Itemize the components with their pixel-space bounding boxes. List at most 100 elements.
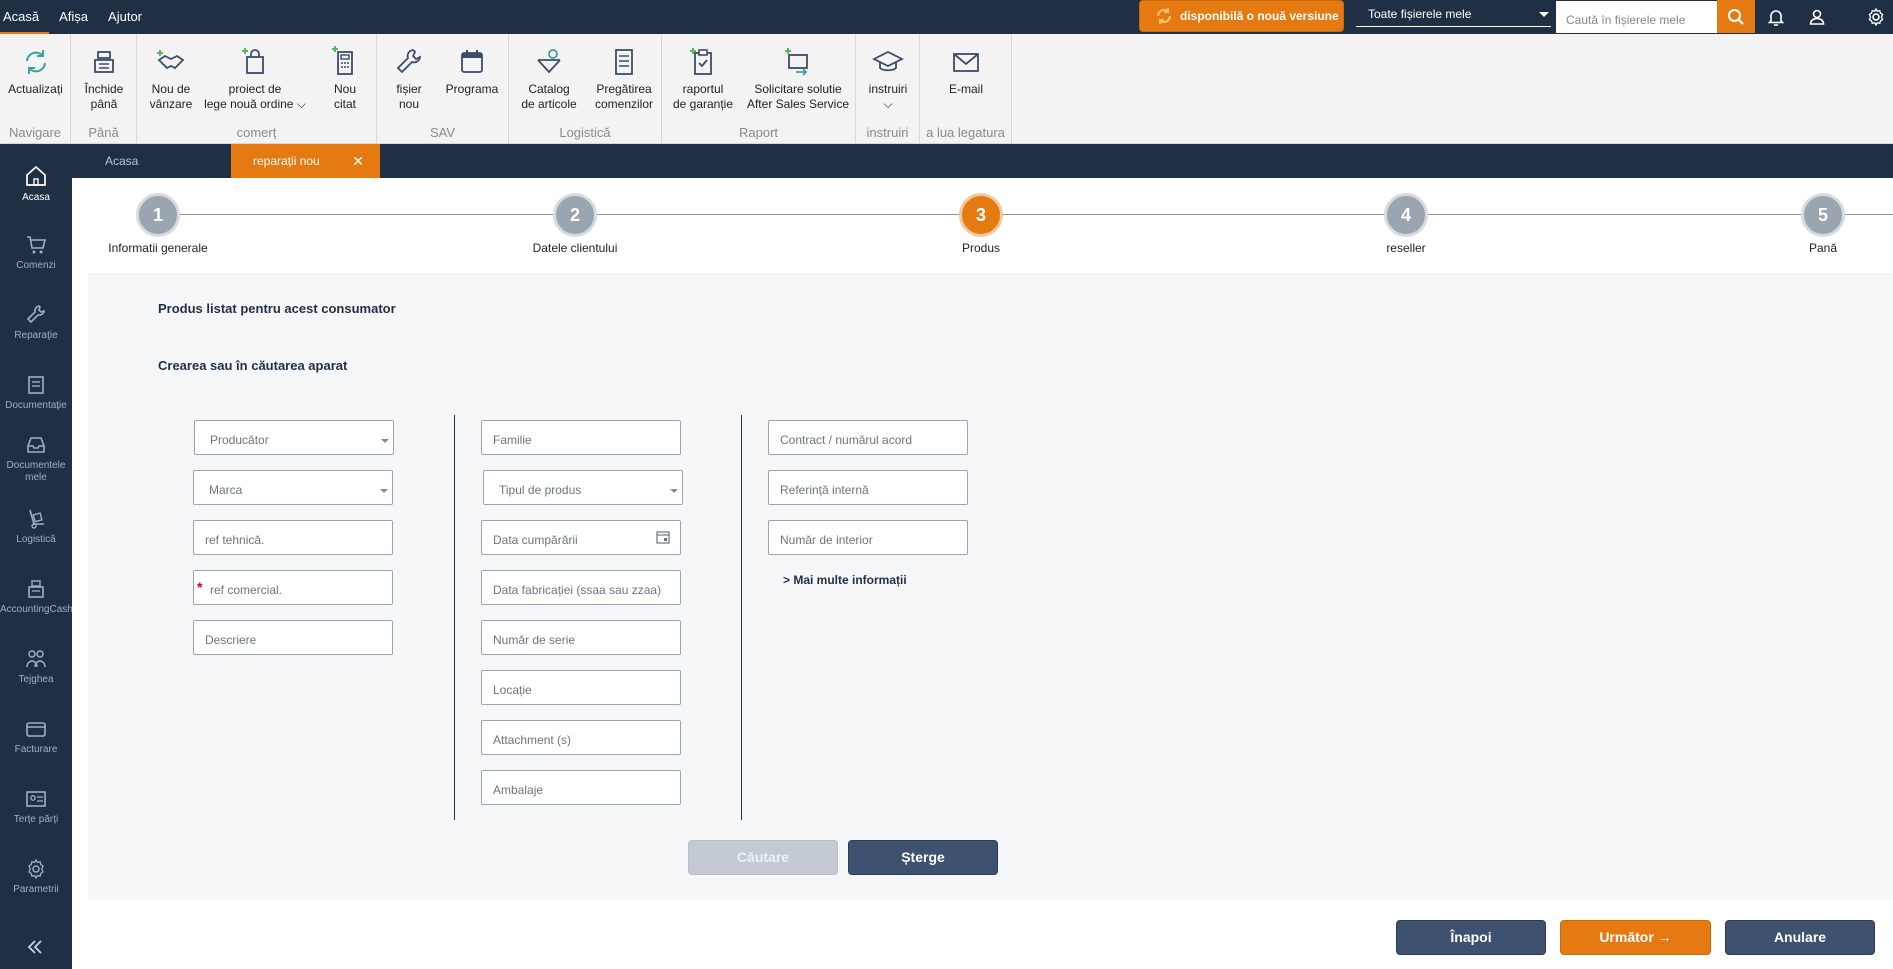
purchase-date-field[interactable]: Data cumpărării bbox=[481, 520, 681, 555]
step-number: 5 bbox=[1801, 193, 1845, 237]
article-catalog-label-1: Catalog bbox=[528, 82, 570, 96]
sidebar-item-parametrii[interactable]: Parametrii bbox=[0, 858, 72, 896]
sidebar-item-acasa[interactable]: Acasa bbox=[0, 164, 72, 204]
close-till-button[interactable]: Închide până bbox=[71, 46, 137, 112]
chevron-down-icon bbox=[380, 489, 388, 497]
files-scope-select[interactable]: Toate fișierele mele bbox=[1356, 3, 1551, 27]
search-button[interactable] bbox=[1717, 0, 1755, 33]
ribbon-group-pana: Închide până Până bbox=[71, 34, 137, 144]
new-file-button[interactable]: fișier nou bbox=[381, 46, 437, 112]
brand-select[interactable]: Marca bbox=[193, 470, 393, 505]
sidebar-item-facturare[interactable]: Facturare bbox=[0, 718, 72, 756]
main-content: 1 Informatii generale 2 Datele clientulu… bbox=[72, 178, 1893, 969]
new-sale-label-2: vânzare bbox=[149, 97, 193, 111]
sidebar-item-accountingcash[interactable]: AccountingCash bbox=[0, 578, 73, 616]
product-type-select[interactable]: Tipul de produs bbox=[483, 470, 683, 505]
chevron-down-icon: ⌵ bbox=[883, 97, 893, 111]
contract-number-field[interactable]: Contract / numărul acord bbox=[768, 420, 968, 455]
attachments-field[interactable]: Attachment (s) bbox=[481, 720, 681, 755]
warranty-report-button[interactable]: raportul de garanție bbox=[664, 46, 742, 112]
step-5[interactable]: 5 Pană bbox=[1743, 193, 1893, 255]
search-button[interactable]: Căutare bbox=[688, 840, 838, 875]
step-number: 1 bbox=[136, 193, 180, 237]
interior-number-field[interactable]: Număr de interior bbox=[768, 520, 968, 555]
ribbon-group-label: Raport bbox=[738, 125, 779, 140]
calendar-icon[interactable] bbox=[656, 530, 670, 544]
step-label: Pană bbox=[1808, 241, 1838, 255]
new-order-label-1: proiect de bbox=[228, 82, 282, 96]
ribbon-group-label: SAV bbox=[429, 125, 456, 140]
step-number: 3 bbox=[959, 193, 1003, 237]
tab-reparatii-nou[interactable]: reparații nou ✕ bbox=[231, 144, 380, 178]
update-available-button[interactable]: disponibilă o nouă versiune bbox=[1139, 0, 1344, 32]
new-quote-button[interactable]: Nou citat bbox=[315, 46, 375, 112]
sidebar-item-label: Tejghea bbox=[18, 674, 54, 685]
email-label: E-mail bbox=[948, 82, 983, 96]
new-quote-label-1: Nou bbox=[333, 82, 356, 96]
sidebar-item-terte-parti[interactable]: Terțe părți bbox=[0, 788, 72, 826]
serial-number-field[interactable]: Număr de serie bbox=[481, 620, 681, 655]
sidebar: Acasa Comenzi Reparaţie Documentaţie Doc… bbox=[0, 144, 73, 969]
hand-truck-icon bbox=[29, 509, 44, 529]
wrench-icon bbox=[396, 49, 422, 74]
step-1[interactable]: 1 Informatii generale bbox=[78, 193, 238, 255]
users-icon bbox=[26, 650, 46, 668]
sidebar-item-documentatie[interactable]: Documentaţie bbox=[0, 374, 72, 412]
search-input[interactable] bbox=[1556, 1, 1717, 33]
new-sale-button[interactable]: Nou de vânzare bbox=[141, 46, 201, 112]
more-info-link[interactable]: > Mai multe informații bbox=[783, 573, 907, 587]
purchase-date-placeholder: Data cumpărării bbox=[493, 533, 578, 547]
description-field[interactable]: Descriere bbox=[193, 620, 393, 655]
menu-acasa[interactable]: Acasă bbox=[0, 0, 50, 34]
sidebar-item-tejghea[interactable]: Tejghea bbox=[0, 648, 72, 686]
email-button[interactable]: E-mail bbox=[920, 46, 1012, 97]
sidebar-item-label: mele bbox=[25, 472, 47, 483]
sidebar-item-documentele-mele[interactable]: Documentele mele bbox=[0, 434, 72, 484]
menu-ajutor[interactable]: Ajutor bbox=[98, 0, 152, 34]
technical-ref-field[interactable]: ref tehnică. bbox=[193, 520, 393, 555]
article-catalog-button[interactable]: Catalog de articole bbox=[511, 46, 587, 112]
close-till-label-2: până bbox=[90, 97, 118, 111]
step-3[interactable]: 3 Produs bbox=[901, 193, 1061, 255]
product-panel: Produs listat pentru acest consumator Cr… bbox=[88, 273, 1893, 900]
chevron-down-icon bbox=[670, 489, 678, 497]
location-field[interactable]: Locație bbox=[481, 670, 681, 705]
menu-afisa[interactable]: Afișa bbox=[49, 0, 98, 34]
new-file-label-1: fișier bbox=[396, 82, 422, 96]
internal-reference-field[interactable]: Referință internă bbox=[768, 470, 968, 505]
ribbon-group-label: Logistică bbox=[559, 125, 611, 140]
sidebar-item-comenzi[interactable]: Comenzi bbox=[0, 234, 72, 272]
collapse-sidebar-icon[interactable] bbox=[26, 938, 44, 959]
new-order-project-button[interactable]: proiect de lege nouă ordine ⌵ bbox=[199, 46, 311, 112]
order-preparation-button[interactable]: Pregătirea comenzilor bbox=[587, 46, 661, 112]
manufacture-date-field[interactable]: Data fabricației (ssaa sau zzaa) bbox=[481, 570, 681, 605]
manufacturer-select[interactable]: Producător bbox=[194, 420, 394, 455]
gear-icon[interactable] bbox=[1864, 5, 1888, 29]
cancel-button[interactable]: Anulare bbox=[1725, 920, 1875, 955]
tab-acasa[interactable]: Acasa bbox=[105, 144, 138, 178]
sidebar-item-reparatie[interactable]: Reparaţie bbox=[0, 304, 72, 342]
bell-icon[interactable] bbox=[1764, 5, 1788, 29]
after-sales-request-button[interactable]: Solicitare solutie After Sales Service bbox=[742, 46, 854, 112]
step-2[interactable]: 2 Datele clientului bbox=[495, 193, 655, 255]
user-icon[interactable] bbox=[1805, 5, 1829, 29]
commercial-ref-field[interactable]: * ref comercial. bbox=[193, 570, 393, 605]
trainings-button[interactable]: instruiri ⌵ bbox=[856, 46, 920, 112]
gear-icon bbox=[28, 858, 44, 880]
family-field[interactable]: Familie bbox=[481, 420, 681, 455]
step-4[interactable]: 4 reseller bbox=[1326, 193, 1486, 255]
close-icon[interactable]: ✕ bbox=[352, 144, 364, 178]
step-number: 4 bbox=[1384, 193, 1428, 237]
files-scope-value: Toate fișierele mele bbox=[1368, 7, 1472, 21]
back-button[interactable]: Înapoi bbox=[1396, 920, 1546, 955]
sidebar-item-label: Terțe părți bbox=[13, 814, 59, 825]
packaging-field[interactable]: Ambalaje bbox=[481, 770, 681, 805]
column-divider bbox=[741, 415, 742, 820]
next-button[interactable]: Următor → bbox=[1560, 920, 1711, 955]
clear-button[interactable]: Șterge bbox=[848, 840, 998, 875]
refresh-button[interactable]: Actualizați bbox=[0, 46, 71, 97]
step-label: reseller bbox=[1386, 241, 1426, 255]
schedule-button[interactable]: Programa bbox=[437, 46, 507, 97]
sidebar-item-logistica[interactable]: Logistică bbox=[0, 508, 72, 546]
new-quote-label-2: citat bbox=[333, 97, 356, 111]
